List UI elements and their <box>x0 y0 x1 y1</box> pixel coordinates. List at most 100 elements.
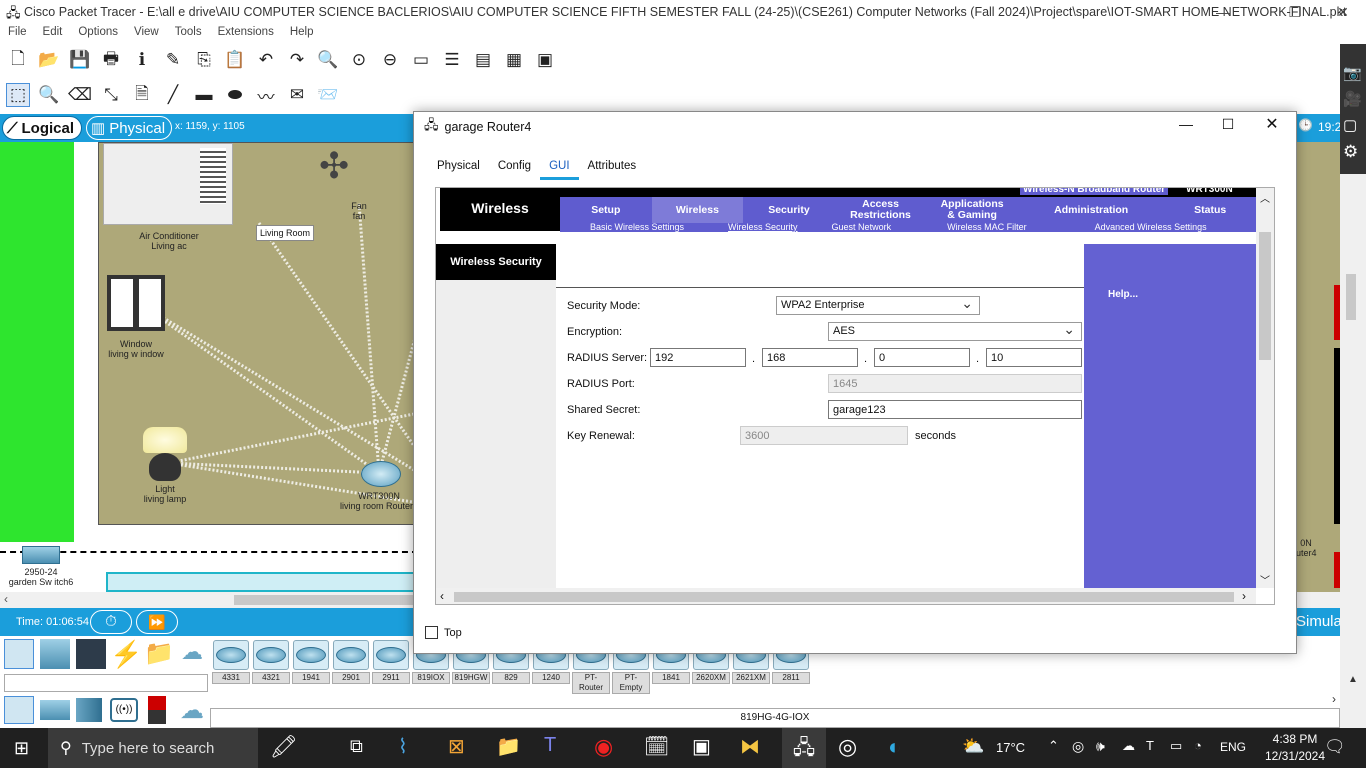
puzzle-app-icon[interactable]: ⧓ <box>740 734 760 759</box>
network-tray-icon[interactable]: ☁ <box>1122 738 1135 754</box>
line-icon[interactable]: ╱ <box>161 83 185 107</box>
scroll-up-icon[interactable]: ▲ <box>1348 674 1358 685</box>
menu-view[interactable]: View <box>126 24 167 42</box>
network-devices-category[interactable] <box>4 639 34 669</box>
vscroll-thumb[interactable] <box>1346 274 1356 320</box>
gui-scroll-up-icon[interactable]: ︿ <box>1260 190 1270 205</box>
redo-icon[interactable]: ↷ <box>285 48 309 72</box>
inspect-icon[interactable]: 🔍 <box>37 83 61 107</box>
scroll-left-icon[interactable]: ‹ <box>4 592 8 606</box>
delete-icon[interactable]: ⌫ <box>68 83 92 107</box>
info-icon[interactable]: ℹ <box>130 48 154 72</box>
air-conditioner-icon[interactable] <box>103 143 233 225</box>
copy-icon[interactable]: ⎘ <box>192 48 216 72</box>
jetbrains-icon[interactable]: ▣ <box>692 734 711 759</box>
zoom-reset-icon[interactable]: ⊙ <box>347 48 371 72</box>
gui-vscroll-thumb[interactable] <box>1259 232 1271 360</box>
misc-category-icon[interactable]: 📁 <box>144 639 174 669</box>
routers-subcategory[interactable] <box>4 696 34 724</box>
top-checkbox[interactable] <box>425 626 438 639</box>
security-mode-select[interactable]: WPA2 Enterprise <box>776 295 980 315</box>
connections-icon[interactable]: ⚡ <box>110 639 142 669</box>
nav-administration[interactable]: Administration <box>1018 197 1165 223</box>
tab-attributes[interactable]: Attributes <box>579 158 646 180</box>
xampp-icon[interactable]: ⊠ <box>448 734 465 759</box>
activity-wizard-icon[interactable]: ✎ <box>161 48 185 72</box>
wireless-subcategory[interactable]: ((•)) <box>110 698 138 722</box>
physical-tab[interactable]: ▥ Physical <box>86 116 172 140</box>
multiuser-icon[interactable]: ☁ <box>176 639 208 669</box>
device-2911[interactable]: 2911 <box>372 640 410 684</box>
teams-tray-icon[interactable]: T <box>1146 738 1154 753</box>
lamp-icon[interactable] <box>143 427 187 453</box>
menu-tools[interactable]: Tools <box>167 24 210 42</box>
end-devices-category[interactable] <box>40 639 70 669</box>
radius-ip-octet-1[interactable] <box>650 348 746 367</box>
select-icon[interactable]: ⬚ <box>6 83 30 107</box>
settings-icon[interactable]: ⚙ <box>1343 142 1358 162</box>
notifications-icon[interactable]: 🗨 <box>1324 737 1346 757</box>
clock-time[interactable]: 4:38 PM <box>1262 732 1328 746</box>
resize-icon[interactable]: ⤡ <box>99 83 123 107</box>
tab-physical[interactable]: Physical <box>428 158 489 180</box>
cluster-icon[interactable]: ▦ <box>502 48 526 72</box>
switch-icon[interactable] <box>22 546 60 564</box>
fast-forward-button[interactable]: ⏩ <box>136 610 178 634</box>
switches-subcategory[interactable] <box>40 700 70 720</box>
tray-chrome-icon[interactable]: ◎ <box>1072 738 1084 755</box>
help-link[interactable]: Help... <box>1108 289 1138 300</box>
language-indicator[interactable]: ENG <box>1220 740 1246 754</box>
security-subcategory[interactable] <box>148 696 166 724</box>
dialog-maximize-button[interactable]: ☐ <box>1216 116 1240 133</box>
logical-tab[interactable]: ⟋ Logical <box>2 116 82 140</box>
app-icon-1[interactable]: ⌇ <box>398 734 408 759</box>
freeform-icon[interactable]: 〰 <box>254 83 278 107</box>
nav-status[interactable]: Status <box>1164 197 1256 223</box>
paste-icon[interactable]: 📋 <box>223 48 247 72</box>
device-search-box[interactable] <box>4 674 208 692</box>
clock-date[interactable]: 12/31/2024 <box>1262 749 1328 763</box>
complex-pdu-icon[interactable]: 📨 <box>316 83 340 107</box>
hubs-subcategory[interactable] <box>76 698 102 722</box>
device-4331[interactable]: 4331 <box>212 640 250 684</box>
subnav-security[interactable]: Wireless Security <box>728 223 798 232</box>
device-2901[interactable]: 2901 <box>332 640 370 684</box>
note-icon[interactable]: 🗎 <box>130 83 154 107</box>
edge-icon[interactable]: ◐ <box>888 734 901 760</box>
display-tray-icon[interactable]: ▭ <box>1170 738 1182 754</box>
menu-options[interactable]: Options <box>70 24 126 42</box>
chrome-icon[interactable]: ◎ <box>838 734 857 760</box>
tab-config[interactable]: Config <box>489 158 540 180</box>
windows-start-icon[interactable]: ⊞ <box>14 738 29 759</box>
simple-pdu-icon[interactable]: ✉ <box>285 83 309 107</box>
save-icon[interactable]: 💾 <box>68 48 92 72</box>
teams-icon[interactable]: T <box>544 734 556 757</box>
shared-secret-input[interactable] <box>828 400 1082 419</box>
gui-scroll-left-icon[interactable]: ‹ <box>440 589 444 603</box>
gui-scroll-down-icon[interactable]: ﹀ <box>1260 572 1270 587</box>
viewport-icon[interactable]: ▣ <box>533 48 557 72</box>
menu-edit[interactable]: Edit <box>35 24 71 42</box>
components-category[interactable] <box>76 639 106 669</box>
taskbar-search-box[interactable]: ⚲ Type here to search <box>48 728 258 768</box>
gui-hscroll-thumb[interactable] <box>454 592 1234 602</box>
gui-vscrollbar[interactable]: ︿ ﹀ <box>1256 188 1274 588</box>
packet-tracer-taskbar-icon[interactable]: 🖧 <box>782 728 826 768</box>
volume-icon[interactable]: 🕪 <box>1096 738 1105 755</box>
fan-icon[interactable]: ✣ <box>319 145 349 187</box>
menu-file[interactable]: File <box>0 24 35 42</box>
menu-help[interactable]: Help <box>282 24 322 42</box>
zoom-out-icon[interactable]: ⊖ <box>378 48 402 72</box>
subnav-mac-filter[interactable]: Wireless MAC Filter <box>947 223 1027 232</box>
nav-applications-gaming[interactable]: Applications & Gaming <box>926 197 1018 223</box>
file-explorer-icon[interactable]: 📁 <box>496 734 521 759</box>
subnav-advanced[interactable]: Advanced Wireless Settings <box>1095 223 1207 232</box>
record-icon[interactable]: ◉ <box>594 734 613 760</box>
radius-ip-octet-4[interactable] <box>986 348 1082 367</box>
wan-emulation-subcategory[interactable]: ☁ <box>176 696 208 724</box>
subnav-basic[interactable]: Basic Wireless Settings <box>590 223 684 232</box>
print-icon[interactable]: 🖶 <box>99 48 123 72</box>
encryption-select[interactable]: AES <box>828 321 1082 341</box>
open-folder-icon[interactable]: 📂 <box>37 48 61 72</box>
maximize-button[interactable]: ❐ <box>1272 0 1318 24</box>
